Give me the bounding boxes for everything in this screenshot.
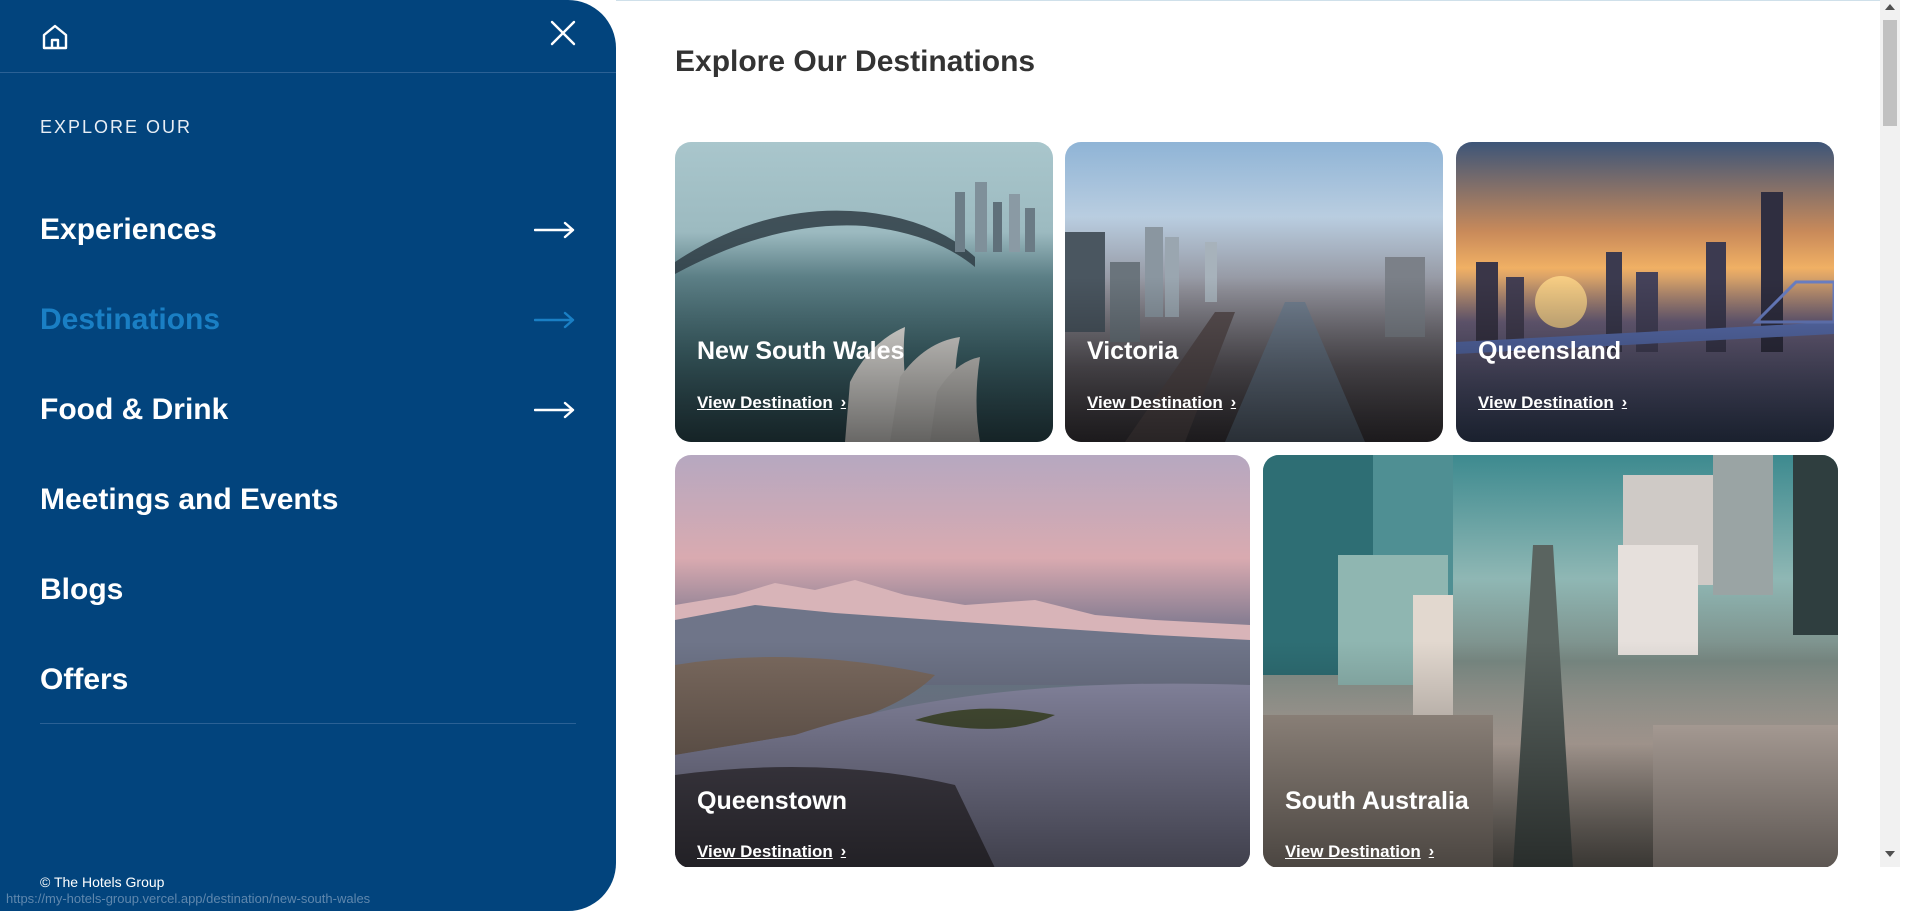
bottom-strip bbox=[616, 867, 1920, 911]
view-destination-link[interactable]: View Destination › bbox=[1087, 393, 1236, 413]
card-title: New South Wales bbox=[697, 337, 905, 365]
home-icon bbox=[42, 24, 68, 50]
card-title: South Australia bbox=[1285, 787, 1469, 815]
link-label: View Destination bbox=[1478, 393, 1614, 412]
arrow-right-icon bbox=[534, 401, 575, 419]
chevron-right-icon: › bbox=[840, 394, 847, 411]
scroll-down-arrow-icon[interactable] bbox=[1885, 851, 1895, 857]
arrow-right-icon bbox=[534, 311, 575, 329]
scroll-up-arrow-icon[interactable] bbox=[1885, 4, 1895, 10]
view-destination-link[interactable]: View Destination › bbox=[1285, 842, 1434, 862]
close-icon bbox=[550, 20, 576, 46]
link-label: View Destination bbox=[1087, 393, 1223, 412]
card-overlay bbox=[1263, 640, 1838, 867]
status-bar-url: https://my-hotels-group.vercel.app/desti… bbox=[6, 891, 371, 906]
arrow-right-icon bbox=[534, 221, 575, 239]
menu-item-label: Blogs bbox=[40, 573, 124, 606]
copyright-text: © The Hotels Group bbox=[40, 874, 165, 890]
scroll-thumb[interactable] bbox=[1883, 20, 1897, 126]
nav-drawer: EXPLORE OUR Experiences Destinations Foo… bbox=[0, 0, 616, 911]
destinations-section: Explore Our Destinations New South Wales… bbox=[616, 0, 1880, 867]
destination-card-south-australia[interactable]: South Australia View Destination › bbox=[1263, 455, 1838, 867]
view-destination-link[interactable]: View Destination › bbox=[697, 393, 846, 413]
card-title: Queensland bbox=[1478, 337, 1622, 365]
destination-card-victoria[interactable]: Victoria View Destination › bbox=[1065, 142, 1443, 442]
menu-item-destinations[interactable]: Destinations bbox=[40, 275, 576, 365]
drawer-header bbox=[0, 0, 616, 73]
menu-item-label: Offers bbox=[40, 663, 129, 696]
menu-item-food-drink[interactable]: Food & Drink bbox=[40, 365, 576, 455]
view-destination-link[interactable]: View Destination › bbox=[697, 842, 846, 862]
chevron-right-icon: › bbox=[840, 843, 847, 860]
menu-item-experiences[interactable]: Experiences bbox=[40, 185, 576, 275]
chevron-right-icon: › bbox=[1428, 843, 1435, 860]
menu-item-label: Destinations bbox=[40, 303, 221, 336]
page-title: Explore Our Destinations bbox=[675, 45, 1036, 78]
explore-label: EXPLORE OUR bbox=[40, 117, 193, 137]
menu-item-blogs[interactable]: Blogs bbox=[40, 545, 576, 635]
link-label: View Destination bbox=[1285, 842, 1421, 861]
view-destination-link[interactable]: View Destination › bbox=[1478, 393, 1627, 413]
menu-item-label: Experiences bbox=[40, 213, 217, 246]
menu-item-label: Food & Drink bbox=[40, 393, 229, 426]
link-label: View Destination bbox=[697, 842, 833, 861]
link-label: View Destination bbox=[697, 393, 833, 412]
menu-divider bbox=[40, 723, 576, 724]
menu-item-offers[interactable]: Offers bbox=[40, 635, 576, 725]
card-title: Victoria bbox=[1087, 337, 1179, 365]
chevron-right-icon: › bbox=[1230, 394, 1237, 411]
chevron-right-icon: › bbox=[1621, 394, 1628, 411]
destination-card-new-south-wales[interactable]: New South Wales View Destination › bbox=[675, 142, 1053, 442]
home-button[interactable] bbox=[38, 20, 72, 54]
main-menu: Experiences Destinations Food & Drink Me… bbox=[40, 185, 576, 725]
page-scrollbar[interactable] bbox=[1880, 0, 1900, 867]
destination-card-queenstown[interactable]: Queenstown View Destination › bbox=[675, 455, 1250, 867]
card-overlay bbox=[675, 640, 1250, 867]
destination-card-queensland[interactable]: Queensland View Destination › bbox=[1456, 142, 1834, 442]
menu-item-label: Meetings and Events bbox=[40, 483, 339, 516]
menu-item-meetings-events[interactable]: Meetings and Events bbox=[40, 455, 576, 545]
close-menu-button[interactable] bbox=[548, 18, 578, 48]
card-title: Queenstown bbox=[697, 787, 848, 815]
